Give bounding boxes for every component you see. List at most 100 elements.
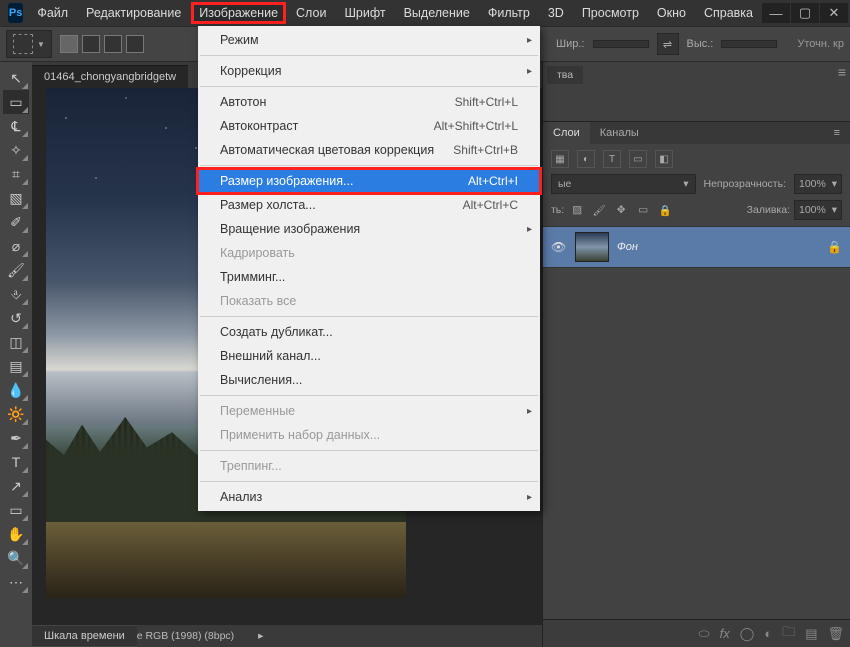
blend-mode-dropdown[interactable]: ые▾: [551, 174, 696, 194]
eraser-tool[interactable]: ◫: [3, 330, 29, 354]
gradient-tool[interactable]: ▤: [3, 354, 29, 378]
height-input[interactable]: [721, 40, 777, 48]
menu-item-автоматическая-цветовая-коррекция[interactable]: Автоматическая цветовая коррекцияShift+C…: [198, 138, 540, 162]
link-layers-icon[interactable]: ⬭: [699, 626, 710, 642]
menu-item-вращение-изображения[interactable]: Вращение изображения: [198, 217, 540, 241]
menu-item-автотон[interactable]: АвтотонShift+Ctrl+L: [198, 90, 540, 114]
menu-item-коррекция[interactable]: Коррекция: [198, 59, 540, 83]
new-layer-icon[interactable]: ▤: [805, 626, 817, 642]
menu-item-режим[interactable]: Режим: [198, 28, 540, 52]
shape-intersect[interactable]: [126, 35, 144, 53]
menu-item-создать-дубликат-[interactable]: Создать дубликат...: [198, 320, 540, 344]
menu-item-вычисления-[interactable]: Вычисления...: [198, 368, 540, 392]
width-input[interactable]: [593, 40, 649, 48]
menu-файл[interactable]: Файл: [29, 2, 76, 24]
menu-шрифт[interactable]: Шрифт: [336, 2, 393, 24]
frame-tool[interactable]: ▧: [3, 186, 29, 210]
crop-tool[interactable]: ⌗: [3, 162, 29, 186]
menu-item-тримминг-[interactable]: Тримминг...: [198, 265, 540, 289]
panel-menu-icon[interactable]: ≡: [824, 122, 850, 144]
menu-item-показать-все: Показать все: [198, 289, 540, 313]
lock-all-icon[interactable]: 🔒: [656, 201, 674, 219]
menu-item-label: Размер изображения...: [220, 174, 353, 188]
tab-channels[interactable]: Каналы: [590, 122, 649, 144]
menu-просмотр[interactable]: Просмотр: [574, 2, 647, 24]
layer-thumbnail[interactable]: [575, 232, 609, 262]
lock-artboard-icon[interactable]: ▭: [634, 201, 652, 219]
fill-input[interactable]: 100%▾: [794, 200, 842, 220]
tool-preset[interactable]: ▼: [6, 30, 52, 58]
status-arrow-icon[interactable]: ▸: [258, 630, 263, 642]
shape-tool[interactable]: ▭: [3, 498, 29, 522]
dodge-tool[interactable]: 🔆: [3, 402, 29, 426]
menu-shortcut: Alt+Ctrl+I: [468, 174, 518, 188]
history-brush-tool[interactable]: ↺: [3, 306, 29, 330]
menu-окно[interactable]: Окно: [649, 2, 694, 24]
menu-separator: [200, 55, 538, 56]
eyedropper-tool[interactable]: ✐: [3, 210, 29, 234]
layer-row[interactable]: 👁 Фон 🔒: [543, 226, 850, 268]
mask-icon[interactable]: ◯: [740, 626, 755, 642]
menu-shortcut: Alt+Shift+Ctrl+L: [434, 119, 518, 133]
menu-separator: [200, 395, 538, 396]
menu-слои[interactable]: Слои: [288, 2, 334, 24]
tab-layers[interactable]: Слои: [543, 122, 590, 144]
maximize-button[interactable]: ▢: [791, 3, 819, 23]
minimize-button[interactable]: —: [762, 3, 790, 23]
menu-item-размер-холста-[interactable]: Размер холста...Alt+Ctrl+C: [198, 193, 540, 217]
menu-item-размер-изображения-[interactable]: Размер изображения... Alt+Ctrl+I: [198, 169, 540, 193]
fx-icon[interactable]: fx: [720, 626, 730, 641]
zoom-tool[interactable]: 🔍: [3, 546, 29, 570]
menu-item-label: Внешний канал...: [220, 349, 321, 363]
app-logo: Ps: [8, 3, 23, 23]
marquee-tool[interactable]: ▭: [3, 90, 29, 114]
stamp-tool[interactable]: ⎀: [3, 282, 29, 306]
menu-item-внешний-канал-[interactable]: Внешний канал...: [198, 344, 540, 368]
menu-выделение[interactable]: Выделение: [396, 2, 478, 24]
hand-tool[interactable]: ✋: [3, 522, 29, 546]
adjustment-icon[interactable]: ◐: [764, 626, 772, 641]
document-tab[interactable]: 01464_chongyangbridgetw: [32, 65, 188, 88]
move-tool[interactable]: ↖: [3, 66, 29, 90]
shape-add[interactable]: [82, 35, 100, 53]
filter-pixel-icon[interactable]: ▦: [551, 150, 569, 168]
filter-shape-icon[interactable]: ▭: [629, 150, 647, 168]
lock-position-icon[interactable]: ✥: [612, 201, 630, 219]
menu-item-label: Режим: [220, 33, 259, 47]
blur-tool[interactable]: 💧: [3, 378, 29, 402]
lasso-tool[interactable]: ℄: [3, 114, 29, 138]
filter-adjust-icon[interactable]: ◐: [577, 150, 595, 168]
shape-subtract[interactable]: [104, 35, 122, 53]
brush-tool[interactable]: 🖌: [3, 258, 29, 282]
opacity-input[interactable]: 100%▾: [794, 174, 842, 194]
lock-transparent-icon[interactable]: ▨: [568, 201, 586, 219]
group-icon[interactable]: 🗀: [782, 623, 795, 645]
timeline-panel-tab[interactable]: Шкала времени: [32, 625, 137, 647]
menu-справка[interactable]: Справка: [696, 2, 761, 24]
menu-фильтр[interactable]: Фильтр: [480, 2, 538, 24]
menu-item-автоконтраст[interactable]: АвтоконтрастAlt+Shift+Ctrl+L: [198, 114, 540, 138]
pen-tool[interactable]: ✒: [3, 426, 29, 450]
menu-редактирование[interactable]: Редактирование: [78, 2, 189, 24]
magic-wand-tool[interactable]: ✧: [3, 138, 29, 162]
more-tool[interactable]: ⋯: [3, 570, 29, 594]
menu-изображение[interactable]: Изображение: [191, 2, 286, 24]
filter-smart-icon[interactable]: ◧: [655, 150, 673, 168]
close-button[interactable]: ✕: [820, 3, 848, 23]
shape-new[interactable]: [60, 35, 78, 53]
properties-tab[interactable]: тва: [547, 66, 583, 84]
type-tool[interactable]: T: [3, 450, 29, 474]
path-tool[interactable]: ↗: [3, 474, 29, 498]
window-controls: — ▢ ✕: [761, 3, 848, 23]
menu-item-анализ[interactable]: Анализ: [198, 485, 540, 509]
spot-heal-tool[interactable]: ⌀: [3, 234, 29, 258]
lock-pixels-icon[interactable]: 🖌: [590, 201, 608, 219]
refine-edge[interactable]: Уточн. кр: [797, 38, 844, 50]
link-wh-button[interactable]: ⇌: [657, 33, 679, 55]
panel-menu-icon[interactable]: ≡: [838, 64, 846, 80]
layer-name[interactable]: Фон: [617, 241, 819, 253]
delete-icon[interactable]: 🗑: [827, 626, 844, 642]
filter-type-icon[interactable]: T: [603, 150, 621, 168]
visibility-icon[interactable]: 👁: [551, 240, 567, 254]
menu-3d[interactable]: 3D: [540, 2, 572, 24]
